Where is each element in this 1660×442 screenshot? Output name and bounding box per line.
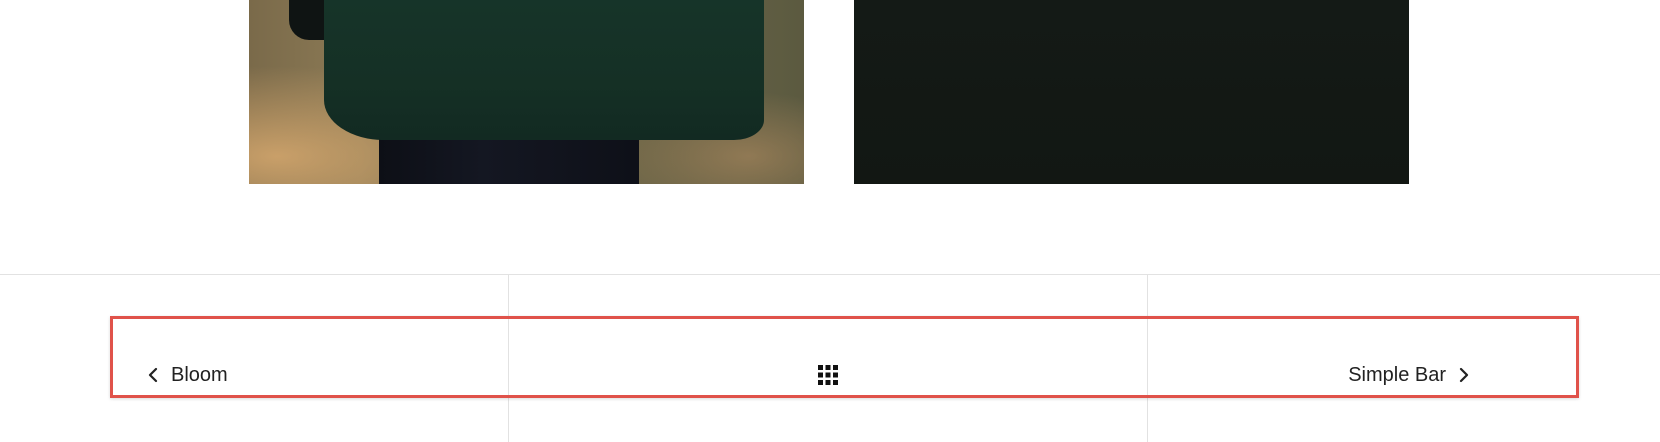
- next-post-label: Simple Bar: [1348, 363, 1446, 386]
- previous-post-link[interactable]: Bloom: [145, 359, 228, 391]
- photo-detail-coat: [324, 0, 764, 140]
- next-post-link[interactable]: Simple Bar: [1348, 359, 1472, 391]
- page: Bloom Simple Bar: [0, 0, 1660, 442]
- gallery-image-right[interactable]: [854, 0, 1409, 184]
- chevron-right-icon: [1456, 365, 1472, 385]
- post-navigation-row: Bloom Simple Bar: [0, 359, 1660, 391]
- chevron-left-icon: [145, 365, 161, 385]
- previous-post-label: Bloom: [171, 363, 228, 386]
- post-navigation: Bloom Simple Bar: [0, 274, 1660, 442]
- gallery-image-left[interactable]: [249, 0, 804, 184]
- grid-icon[interactable]: [818, 365, 838, 385]
